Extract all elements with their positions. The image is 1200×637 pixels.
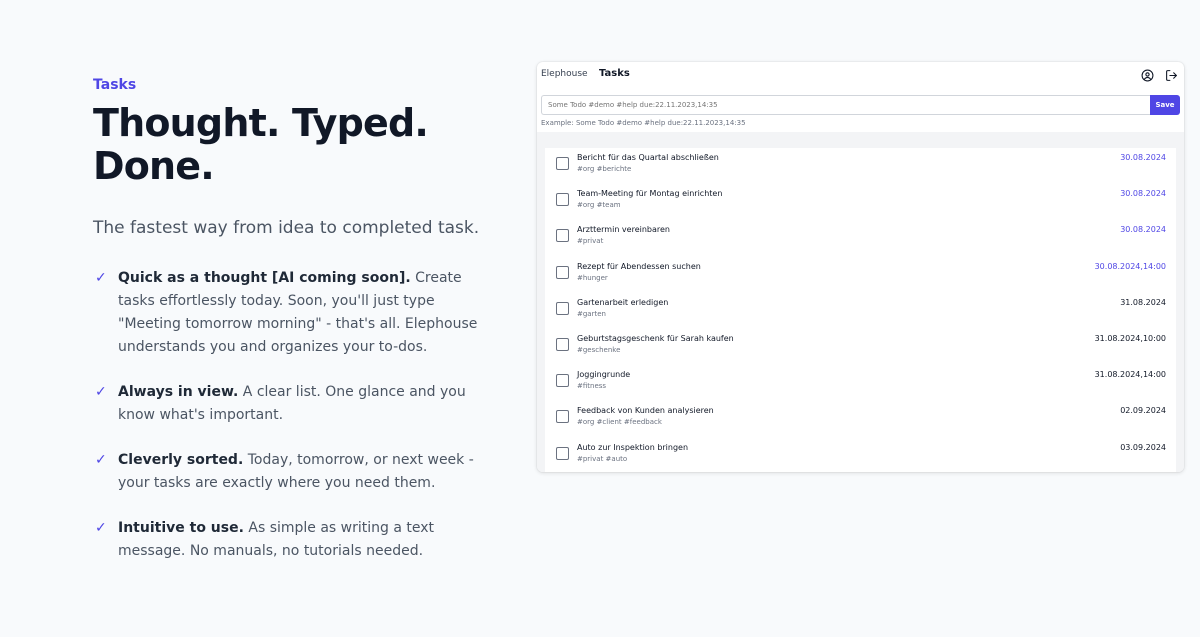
headline-line-1: Thought. Typed.: [93, 101, 429, 145]
task-tags: #hunger: [577, 273, 608, 282]
hero-headline: Thought. Typed. Done.: [93, 102, 493, 188]
task-title[interactable]: Feedback von Kunden analysieren: [577, 406, 714, 415]
task-due-date: 30.08.2024: [1120, 189, 1166, 199]
task-row: Bericht für das Quartal abschließen #org…: [545, 148, 1176, 184]
task-due-date: 02.09.2024: [1120, 406, 1166, 416]
task-row: Geburtstagsgeschenk für Sarah kaufen #ge…: [545, 329, 1176, 365]
task-checkbox[interactable]: [556, 265, 569, 279]
todo-input-row: Save: [541, 95, 1180, 115]
feature-title: Cleverly sorted.: [118, 452, 244, 468]
task-checkbox[interactable]: [556, 193, 569, 207]
task-tags: #privat: [577, 237, 604, 246]
task-tags: #org #team: [577, 201, 621, 210]
task-checkbox[interactable]: [556, 446, 569, 460]
task-row: Rezept für Abendessen suchen #hunger 30.…: [545, 257, 1176, 293]
task-row: Auto zur Inspektion bringen #privat #aut…: [545, 438, 1176, 473]
app-preview: Elephouse Tasks Save Example: Some Todo …: [537, 62, 1184, 472]
task-title[interactable]: Auto zur Inspektion bringen: [577, 443, 688, 452]
task-list: Bericht für das Quartal abschließen #org…: [545, 148, 1176, 472]
feature-item: ✓ Always in view. A clear list. One glan…: [93, 381, 493, 427]
hero-section: Tasks Thought. Typed. Done. The fastest …: [93, 76, 493, 585]
task-due-date: 30.08.2024,14:00: [1094, 261, 1166, 271]
task-row: Team-Meeting für Montag einrichten #org …: [545, 184, 1176, 220]
check-icon: ✓: [95, 384, 107, 400]
task-checkbox[interactable]: [556, 410, 569, 424]
feature-item: ✓ Quick as a thought [AI coming soon]. C…: [93, 267, 493, 359]
task-due-date: 31.08.2024,10:00: [1094, 333, 1166, 343]
task-tags: #privat #auto: [577, 454, 628, 463]
task-title[interactable]: Joggingrunde: [577, 370, 630, 379]
feature-title: Quick as a thought [AI coming soon].: [118, 270, 411, 286]
save-button[interactable]: Save: [1150, 95, 1180, 115]
task-row: Joggingrunde #fitness 31.08.2024,14:00: [545, 365, 1176, 401]
nav-tasks[interactable]: Tasks: [599, 68, 630, 79]
task-list-area: Bericht für das Quartal abschließen #org…: [537, 132, 1184, 472]
todo-input[interactable]: [541, 95, 1150, 115]
eyebrow-label: Tasks: [93, 77, 137, 93]
task-title[interactable]: Geburtstagsgeschenk für Sarah kaufen: [577, 334, 734, 343]
task-title[interactable]: Bericht für das Quartal abschließen: [577, 153, 719, 162]
task-checkbox[interactable]: [556, 301, 569, 315]
task-tags: #org #client #feedback: [577, 418, 662, 427]
task-title[interactable]: Arzttermin vereinbaren: [577, 225, 670, 234]
feature-list: ✓ Quick as a thought [AI coming soon]. C…: [93, 267, 493, 563]
user-icon[interactable]: [1141, 67, 1154, 82]
check-icon: ✓: [95, 520, 107, 536]
brand-link[interactable]: Elephouse: [541, 69, 588, 79]
headline-line-2: Done.: [93, 144, 215, 188]
task-due-date: 31.08.2024,14:00: [1094, 370, 1166, 380]
check-icon: ✓: [95, 270, 107, 286]
app-topbar: Elephouse Tasks: [537, 62, 1184, 86]
task-title[interactable]: Rezept für Abendessen suchen: [577, 262, 701, 271]
task-due-date: 30.08.2024: [1120, 153, 1166, 162]
feature-item: ✓ Intuitive to use. As simple as writing…: [93, 517, 493, 563]
task-tags: #geschenke: [577, 345, 621, 354]
task-row: Arzttermin vereinbaren #privat 30.08.202…: [545, 220, 1176, 256]
task-checkbox[interactable]: [556, 157, 569, 170]
feature-title: Always in view.: [118, 384, 239, 400]
task-due-date: 03.09.2024: [1120, 442, 1166, 452]
task-row: Feedback von Kunden analysieren #org #cl…: [545, 401, 1176, 437]
input-example-hint: Example: Some Todo #demo #help due:22.11…: [541, 119, 746, 127]
hero-tagline: The fastest way from idea to completed t…: [93, 218, 480, 238]
task-tags: #fitness: [577, 382, 607, 391]
feature-title: Intuitive to use.: [118, 520, 244, 536]
task-due-date: 30.08.2024: [1120, 225, 1166, 235]
task-checkbox[interactable]: [556, 337, 569, 351]
task-row: Gartenarbeit erledigen #garten 31.08.202…: [545, 293, 1176, 329]
task-checkbox[interactable]: [556, 229, 569, 243]
task-tags: #org #berichte: [577, 165, 632, 173]
feature-item: ✓ Cleverly sorted. Today, tomorrow, or n…: [93, 449, 493, 495]
task-checkbox[interactable]: [556, 374, 569, 388]
task-due-date: 31.08.2024: [1120, 297, 1166, 307]
logout-icon[interactable]: [1165, 67, 1178, 81]
check-icon: ✓: [95, 452, 107, 468]
task-tags: #garten: [577, 309, 606, 318]
task-title[interactable]: Team-Meeting für Montag einrichten: [577, 189, 722, 198]
task-title[interactable]: Gartenarbeit erledigen: [577, 298, 668, 307]
